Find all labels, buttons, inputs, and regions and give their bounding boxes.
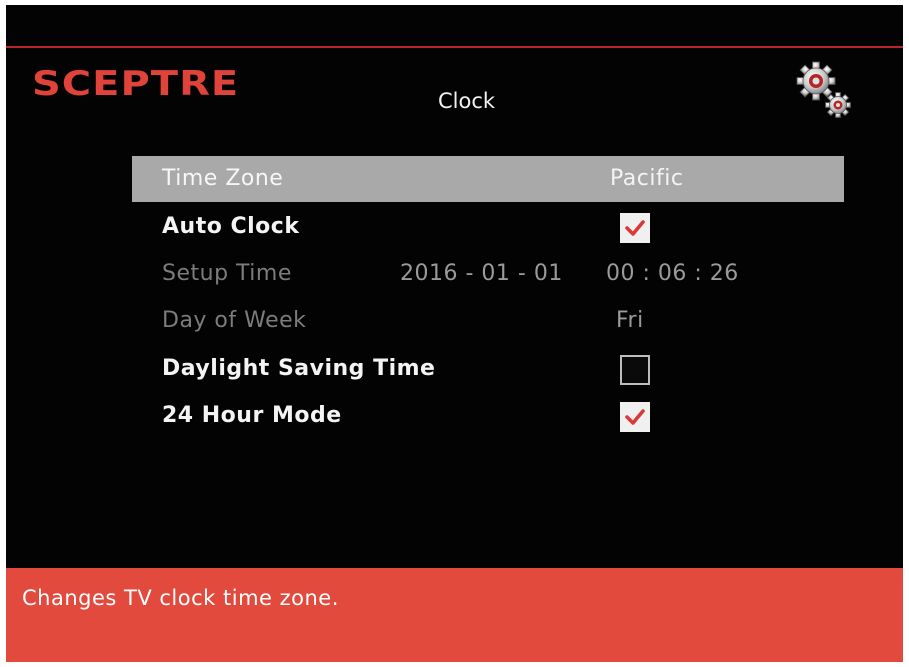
- gear-icon: [796, 61, 851, 118]
- time-zone-label: Time Zone: [162, 166, 284, 191]
- help-bar: Changes TV clock time zone.: [6, 568, 903, 662]
- hour-mode-label: 24 Hour Mode: [162, 403, 342, 428]
- menu-item-auto-clock[interactable]: Auto Clock: [132, 204, 844, 250]
- tv-screen: SCEPTRE Clock Time Zone Pacific Auto Clo…: [6, 5, 903, 662]
- daylight-saving-label: Daylight Saving Time: [162, 356, 436, 381]
- hour-mode-checkbox[interactable]: [620, 402, 650, 432]
- daylight-saving-checkbox[interactable]: [620, 355, 650, 385]
- menu-item-day-of-week[interactable]: Day of Week Fri: [132, 298, 844, 344]
- top-divider: [6, 46, 903, 48]
- day-of-week-label: Day of Week: [162, 308, 307, 333]
- setup-date-value: 2016 - 01 - 01: [400, 261, 563, 286]
- menu-item-setup-time[interactable]: Setup Time 2016 - 01 - 01 00 : 06 : 26: [132, 251, 844, 297]
- page-title: Clock: [438, 89, 496, 113]
- help-text: Changes TV clock time zone.: [22, 586, 339, 610]
- setup-time-label: Setup Time: [162, 261, 292, 286]
- menu-item-daylight-saving[interactable]: Daylight Saving Time: [132, 346, 844, 392]
- time-zone-value: Pacific: [610, 166, 684, 191]
- auto-clock-checkbox[interactable]: [620, 213, 650, 243]
- setup-time-value: 00 : 06 : 26: [606, 261, 739, 286]
- menu-item-24-hour-mode[interactable]: 24 Hour Mode: [132, 393, 844, 439]
- sceptre-logo: SCEPTRE: [32, 64, 240, 104]
- checkmark-icon: [625, 220, 645, 236]
- auto-clock-label: Auto Clock: [162, 214, 300, 239]
- day-of-week-value: Fri: [616, 308, 644, 333]
- menu-item-time-zone[interactable]: Time Zone Pacific: [132, 156, 844, 202]
- checkmark-icon: [625, 409, 645, 425]
